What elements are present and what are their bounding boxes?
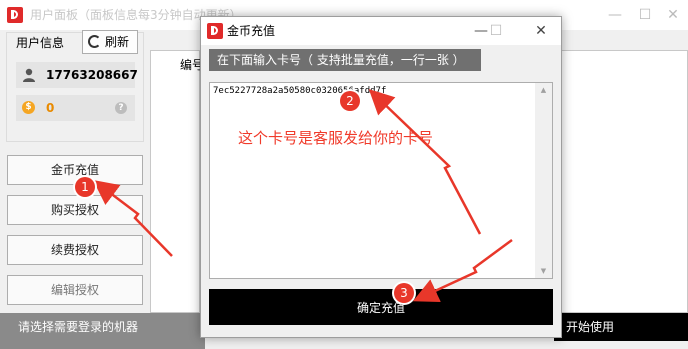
arrow-3: [412, 238, 513, 303]
annotation-note: 这个卡号是客服发给你的卡号: [238, 129, 434, 147]
marker-2: 2: [340, 91, 360, 111]
annotation-arrows: [93, 89, 513, 303]
marker-1: 1: [75, 177, 95, 197]
arrow-2: [368, 89, 482, 235]
marker-3: 3: [394, 283, 414, 303]
arrow-1: [93, 179, 173, 257]
